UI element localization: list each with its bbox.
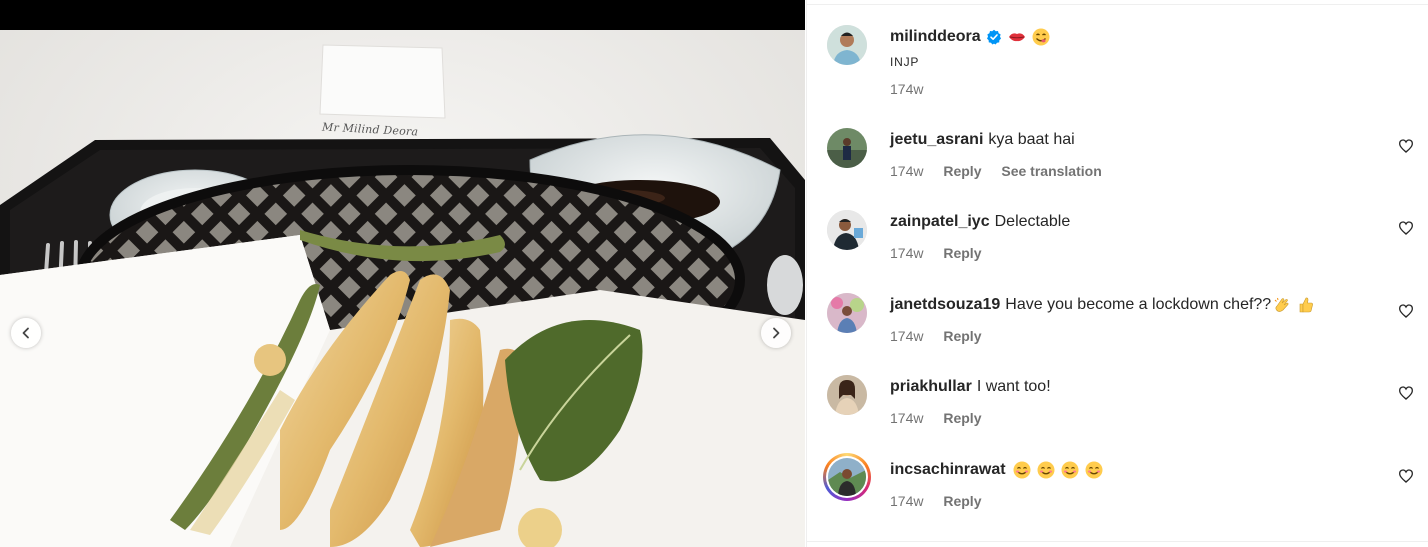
comment-meta: 174w Reply bbox=[890, 327, 997, 345]
tempura-photo bbox=[0, 30, 805, 547]
caption-meta: 174w bbox=[890, 80, 939, 98]
lips-emoji-icon bbox=[1008, 33, 1025, 42]
comment-meta: 174w Reply bbox=[890, 409, 997, 427]
caption-text: INJP bbox=[890, 55, 920, 69]
chevron-left-icon bbox=[22, 327, 29, 339]
reply-button[interactable]: Reply bbox=[943, 410, 981, 426]
comment-text: Have you become a lockdown chef?? bbox=[1005, 296, 1272, 313]
comment-avatar[interactable] bbox=[827, 375, 867, 415]
yum-emoji-icon bbox=[1032, 28, 1050, 46]
divider bbox=[807, 4, 1428, 5]
comment-time: 174w bbox=[890, 163, 924, 179]
comment-time: 174w bbox=[890, 410, 924, 426]
smiling-face-emoji-icon bbox=[1061, 461, 1079, 479]
clapping-hands-emoji-icon bbox=[1274, 297, 1289, 312]
comment-time: 174w bbox=[890, 245, 924, 261]
heart-outline-icon[interactable] bbox=[1398, 468, 1414, 484]
comment-line: priakhullar I want too! bbox=[890, 377, 1051, 397]
caption-line: milinddeora bbox=[890, 27, 1050, 47]
thumbs-up-emoji-icon bbox=[1299, 297, 1314, 313]
reply-button[interactable]: Reply bbox=[943, 245, 981, 261]
comment-time: 174w bbox=[890, 493, 924, 509]
comment-meta: 174w Reply bbox=[890, 244, 997, 262]
author-username[interactable]: milinddeora bbox=[890, 27, 981, 47]
comment-line: jeetu_asrani kya baat hai bbox=[890, 130, 1075, 150]
heart-outline-icon[interactable] bbox=[1398, 138, 1414, 154]
comment-line: janetdsouza19 Have you become a lockdown… bbox=[890, 295, 1315, 315]
avatar-image bbox=[828, 458, 866, 496]
comment-avatar-story[interactable] bbox=[823, 453, 871, 501]
comment-text: I want too! bbox=[976, 378, 1051, 395]
comment-text: Delectable bbox=[994, 213, 1071, 230]
comment-line: incsachinrawat bbox=[890, 460, 1103, 480]
comments-panel: milinddeora INJP 174w jeetu_asrani kya b… bbox=[806, 0, 1428, 547]
verified-badge-icon bbox=[986, 29, 1001, 45]
reply-button[interactable]: Reply bbox=[943, 493, 981, 509]
comment-username[interactable]: jeetu_asrani bbox=[890, 130, 983, 150]
post-media: Mr Milind Deora bbox=[0, 0, 805, 547]
chevron-right-icon bbox=[773, 327, 780, 339]
reply-button[interactable]: Reply bbox=[943, 328, 981, 344]
smiling-face-emoji-icon bbox=[1013, 461, 1031, 479]
comment-avatar[interactable] bbox=[827, 128, 867, 168]
smiling-face-emoji-icon bbox=[1037, 461, 1055, 479]
author-avatar[interactable] bbox=[827, 25, 867, 65]
carousel-next-button[interactable] bbox=[761, 318, 791, 348]
avatar-image bbox=[827, 293, 867, 333]
comment-username[interactable]: janetdsouza19 bbox=[890, 295, 1000, 315]
post-photo: Mr Milind Deora bbox=[0, 30, 805, 547]
comment-username[interactable]: incsachinrawat bbox=[890, 460, 1006, 480]
see-translation-button[interactable]: See translation bbox=[1001, 163, 1101, 179]
caption-time: 174w bbox=[890, 81, 924, 97]
comment-username[interactable]: zainpatel_iyc bbox=[890, 212, 990, 232]
comment-meta: 174w Reply See translation bbox=[890, 162, 1118, 180]
reply-button[interactable]: Reply bbox=[943, 163, 981, 179]
divider bbox=[807, 541, 1428, 542]
story-ring-inner bbox=[826, 456, 868, 498]
comment-time: 174w bbox=[890, 328, 924, 344]
avatar-image bbox=[827, 210, 867, 250]
author-avatar-image bbox=[827, 25, 867, 65]
comment-avatar[interactable] bbox=[827, 210, 867, 250]
avatar-image bbox=[827, 128, 867, 168]
avatar-image bbox=[827, 375, 867, 415]
heart-outline-icon[interactable] bbox=[1398, 385, 1414, 401]
comment-username[interactable]: priakhullar bbox=[890, 377, 972, 397]
comment-meta: 174w Reply bbox=[890, 492, 997, 510]
heart-outline-icon[interactable] bbox=[1398, 220, 1414, 236]
comment-text: kya baat hai bbox=[988, 131, 1075, 148]
comment-avatar[interactable] bbox=[827, 293, 867, 333]
comment-line: zainpatel_iyc Delectable bbox=[890, 212, 1070, 232]
smiling-face-emoji-icon bbox=[1085, 461, 1103, 479]
carousel-prev-button[interactable] bbox=[11, 318, 41, 348]
heart-outline-icon[interactable] bbox=[1398, 303, 1414, 319]
